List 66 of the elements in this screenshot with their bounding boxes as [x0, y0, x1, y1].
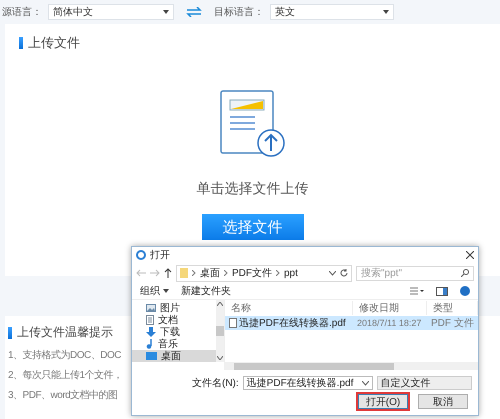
column-header[interactable]: 修改日期 — [353, 301, 427, 315]
tip-text: 2、每次只能上传1个文件， — [8, 368, 123, 382]
preview-pane-icon[interactable] — [436, 286, 448, 296]
chevron-down-icon[interactable] — [329, 270, 336, 276]
picture-folder-icon — [146, 304, 156, 312]
cancel-button[interactable]: 取消 — [418, 394, 468, 409]
document-icon — [146, 315, 154, 325]
vertical-scrollbar[interactable] — [216, 300, 224, 362]
nav-pane-item[interactable]: 图片 — [132, 302, 216, 314]
file-name-field[interactable]: 迅捷PDF在线转换器.pdf — [242, 376, 373, 390]
nav-pane-item[interactable]: 下载 — [132, 326, 216, 338]
column-header[interactable]: 名称 — [225, 301, 353, 315]
file-row[interactable]: 迅捷PDF在线转换器.pdf 2018/7/11 18:27 PDF 文件 — [225, 316, 478, 330]
section-title: 上传文件温馨提示 — [17, 324, 113, 341]
title-accent-bar — [19, 37, 23, 49]
close-icon[interactable] — [466, 251, 474, 259]
search-icon — [461, 269, 469, 277]
target-language-label: 目标语言： — [214, 6, 264, 19]
folder-icon — [180, 268, 188, 278]
breadcrumb-separator-icon — [276, 270, 280, 276]
breadcrumb-separator-icon — [192, 270, 196, 276]
file-upload-icon — [220, 90, 286, 158]
source-language-select[interactable]: 简体中文 — [48, 4, 174, 20]
address-bar[interactable]: 桌面 PDF文件 ppt — [176, 264, 352, 282]
nav-pane-item[interactable]: 桌面 — [132, 350, 216, 362]
app-icon — [136, 250, 146, 260]
new-folder-button[interactable]: 新建文件夹 — [181, 284, 231, 298]
scrollbar-thumb[interactable] — [216, 326, 224, 336]
breadcrumb-item[interactable]: ppt — [284, 268, 298, 278]
upload-hint: 单击选择文件上传 — [196, 180, 308, 198]
music-note-icon — [146, 339, 154, 349]
organize-menu[interactable]: 组织 — [140, 284, 169, 298]
file-type-select[interactable]: 自定义文件 — [376, 376, 472, 390]
dialog-title: 打开 — [150, 248, 171, 262]
breadcrumb-item[interactable]: PDF文件 — [232, 266, 272, 280]
swap-icon[interactable] — [186, 7, 202, 17]
target-language-select[interactable]: 英文 — [270, 4, 394, 20]
section-title: 上传文件 — [28, 34, 80, 52]
chevron-down-icon[interactable] — [362, 380, 369, 386]
file-type: PDF 文件 — [431, 316, 474, 330]
file-date: 2018/7/11 18:27 — [357, 318, 422, 328]
breadcrumb-item[interactable]: 桌面 — [200, 266, 220, 280]
breadcrumb-separator-icon — [224, 270, 228, 276]
tip-text: 3、PDF、word文档中的图 — [8, 388, 118, 402]
tip-text: 1、支持格式为DOC、DOC — [8, 348, 122, 362]
download-icon — [146, 327, 156, 337]
scroll-down-icon[interactable] — [217, 356, 223, 360]
caret-icon — [383, 10, 389, 14]
desktop-icon — [146, 352, 157, 360]
horizontal-scrollbar[interactable] — [224, 362, 478, 370]
view-options-icon[interactable] — [410, 287, 424, 295]
nav-pane-item[interactable]: 音乐 — [132, 338, 216, 350]
caret-icon — [163, 289, 169, 293]
scroll-up-icon[interactable] — [217, 302, 223, 306]
source-language-label: 源语言： — [2, 6, 42, 19]
pdf-file-icon — [229, 318, 237, 328]
scrollbar-thumb[interactable] — [234, 362, 394, 370]
open-button[interactable]: 打开(O) — [358, 394, 408, 409]
column-header[interactable]: 类型 — [427, 301, 478, 315]
nav-pane-item[interactable]: 文档 — [132, 314, 216, 326]
up-arrow-icon[interactable] — [164, 268, 172, 278]
title-accent-bar — [8, 326, 12, 338]
caret-icon — [163, 10, 169, 14]
file-name: 迅捷PDF在线转换器.pdf — [239, 316, 346, 330]
file-name-label: 文件名(N): — [192, 376, 239, 390]
refresh-icon[interactable] — [340, 269, 348, 277]
